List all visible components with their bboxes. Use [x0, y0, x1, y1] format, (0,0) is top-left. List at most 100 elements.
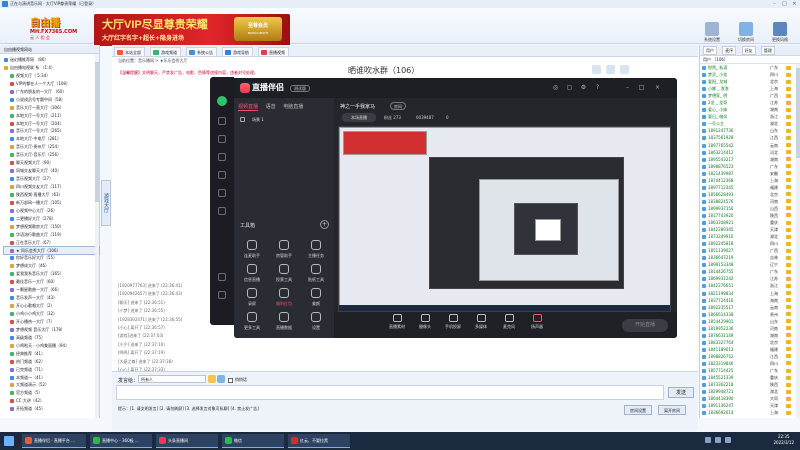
switch-room-button[interactable]: 切换房间	[738, 22, 754, 43]
tab-users[interactable]: 用户	[703, 46, 717, 55]
say-target-select[interactable]: 所有人	[138, 375, 206, 383]
user-row[interactable]: 1823319846 四川	[702, 360, 800, 367]
help-icon[interactable]: ?	[594, 84, 601, 91]
live-preview[interactable]	[338, 126, 671, 312]
user-row[interactable]: 1856628493 北京	[702, 191, 800, 198]
tree-item[interactable]: 华语流行歌曲大厅（119）	[4, 231, 99, 239]
user-row[interactable]: 1873362218 陕西	[702, 381, 800, 388]
emoji-icon[interactable]	[592, 65, 601, 74]
tree-item[interactable]: 本地大厅-中电厅（281）	[4, 135, 99, 143]
user-row[interactable]: 1892235517 云南	[702, 304, 800, 311]
user-row[interactable]: 1819952236 河南	[702, 325, 800, 332]
multimedia-button[interactable]: 多媒体	[468, 314, 494, 330]
tree-item[interactable]: 迷幻播推荐网 （86）	[4, 56, 99, 64]
user-list-scrollbar[interactable]	[796, 64, 800, 418]
tool-button[interactable]: 设置	[300, 310, 332, 338]
send-button[interactable]: 发送	[668, 387, 694, 398]
room-tag[interactable]: 房间	[390, 102, 406, 110]
user-row[interactable]: 1876631149 湖南	[702, 332, 800, 339]
tool-button[interactable]: 更多工具	[236, 310, 268, 338]
tree-item[interactable]: 开心心歌唱大厅（2）	[4, 302, 99, 310]
network-icon[interactable]	[705, 437, 711, 443]
user-row[interactable]: 一号公主 湖北	[702, 120, 800, 127]
toolbox-add-icon[interactable]: +	[320, 220, 329, 229]
tab-live-video[interactable]: 直播视频	[258, 47, 289, 56]
windows-start-icon[interactable]	[4, 436, 14, 446]
tree-item[interactable]: 音乐视频大厅（27）	[4, 175, 99, 183]
tree-item[interactable]: 开拓频道（45）	[4, 405, 99, 413]
tree-item[interactable]: 聊天视频大厅（90）	[4, 159, 99, 167]
maximize-icon[interactable]: □	[780, 1, 789, 7]
scene-selector[interactable]: 场景 1	[238, 116, 330, 124]
gift-icon[interactable]	[218, 189, 226, 197]
tree-item[interactable]: 高级频道（75）	[4, 334, 99, 342]
user-row[interactable]: 夏日_ 微风 浙江	[702, 113, 800, 120]
user-row[interactable]: 1863348921 重庆	[702, 219, 800, 226]
tree-item[interactable]: 四川视频交友大厅（117）	[4, 183, 99, 191]
checkbox-box[interactable]	[228, 377, 233, 383]
list-icon[interactable]	[218, 291, 226, 299]
camera-button[interactable]: 摄像头	[412, 314, 438, 330]
microphone-button[interactable]: 麦克风	[496, 314, 522, 330]
tree-item[interactable]: 新万部网一播大厅（105）	[4, 199, 99, 207]
phone-cast-button[interactable]: 手机投屏	[440, 314, 466, 330]
change-skin-button[interactable]: 更换风格	[772, 22, 788, 43]
this-session-button[interactable]: 本场直播	[342, 113, 376, 122]
user-row[interactable]: 1845521339 重庆	[702, 374, 800, 381]
user-row[interactable]: 1891136247 天津	[702, 402, 800, 409]
user-row[interactable]: 1874412368 上海	[702, 177, 800, 184]
user-row[interactable]: 1814426755 广东	[702, 268, 800, 275]
tree-item[interactable]: 梦想视频 音乐大厅（178）	[4, 326, 99, 334]
left-scrollbar[interactable]	[95, 54, 99, 418]
left-scrollbar-thumb[interactable]	[95, 62, 99, 202]
user-row[interactable]: 1841189013 福建	[702, 346, 800, 353]
taskbar-item-4[interactable]: 微信	[222, 434, 284, 448]
whisper-checkbox[interactable]: 悄悄话	[228, 376, 247, 383]
user-row[interactable]: 1837724416 海南	[702, 297, 800, 304]
user-row[interactable]: 悦然_ 私语 广东	[702, 64, 800, 71]
user-row[interactable]: 1891247736 山东	[702, 127, 800, 134]
tab-mic-queue[interactable]: 麦序	[722, 46, 737, 55]
tab-system-notice[interactable]: 系统公告	[186, 47, 217, 56]
tree-item[interactable]: VIP的都在人一个大厅（108）	[4, 80, 99, 88]
user-row[interactable]: 小娜 _ 泡泡 上海	[702, 85, 800, 92]
tab-admin[interactable]: 管理	[760, 46, 775, 55]
user-row[interactable]: 1857714425 广东	[702, 367, 800, 374]
taskbar-item-3[interactable]: 头条直播间	[156, 434, 218, 448]
tree-item[interactable]: 本频道一（41）	[4, 374, 99, 382]
user-row[interactable]: 1821198834 上海	[702, 290, 800, 297]
user-row[interactable]: 1829948721 湖北	[702, 388, 800, 395]
tab-video-live[interactable]: 视频直播	[238, 104, 259, 111]
user-row[interactable]: 1873349910 湖北	[702, 233, 800, 240]
tree-item[interactable]: 广东的朋友的一大厅 （60）	[4, 88, 99, 96]
start-live-button[interactable]: 开始直播	[622, 319, 668, 332]
user-row[interactable]: 1836692614 上海	[702, 409, 800, 416]
taskbar-item-5[interactable]: 红云、不要拉黑	[288, 434, 350, 448]
zbj-maximize-icon[interactable]: □	[638, 84, 645, 91]
tree-item[interactable]: 视频大厅（ 5:34）	[4, 72, 99, 80]
tree-item[interactable]: 小鸡小小鸡大厅（32）	[4, 310, 99, 318]
vip-ad-banner[interactable]: 大厅VIP尽显尊贵荣耀 大厅红字名字+超长+隐身进场 至尊会员 MMOCOMSF…	[94, 14, 290, 46]
tree-item[interactable]: 陕西视频-直播大厅（63）	[4, 191, 99, 199]
tree-item[interactable]: 官方频道（5）	[4, 389, 99, 397]
zbj-close-icon[interactable]: ×	[654, 84, 661, 91]
room-settings-button[interactable]: 房间设置	[624, 405, 652, 415]
tree-item[interactable]: 热门频道（62）	[4, 358, 99, 366]
tab-game-channel[interactable]: 游戏频道	[150, 47, 181, 56]
user-row[interactable]: 1897712345 福建	[702, 184, 800, 191]
tree-item[interactable]: 小鸡啦天 - 小鸡美丽播（94）	[4, 342, 99, 350]
home-icon[interactable]	[218, 117, 226, 125]
volume-icon[interactable]	[715, 437, 721, 443]
live-status-icon[interactable]	[217, 96, 227, 106]
system-clock[interactable]: 22:35 2022/3/12	[773, 434, 794, 446]
tree-item[interactable]: 本地大厅一号大厅（204）	[4, 120, 99, 128]
taskbar-item-1[interactable]: 直播伴侣 · 直播平台 ...	[22, 434, 86, 448]
user-row[interactable]: 梦灵_ 小花 四川	[702, 71, 800, 78]
user-row[interactable]: 1863214412 河北	[702, 149, 800, 156]
tree-item[interactable]: 经典推荐（41）	[4, 350, 99, 358]
zbj-minimize-icon[interactable]: –	[624, 84, 631, 91]
tree-item[interactable]: 音乐大厅一号大厅（265）	[4, 127, 99, 135]
user-row[interactable]: 1838824576 河南	[702, 198, 800, 205]
tab-voice[interactable]: 语音	[266, 104, 276, 110]
tree-item[interactable]: 梦想视频歌房大厅（150）	[4, 223, 99, 231]
